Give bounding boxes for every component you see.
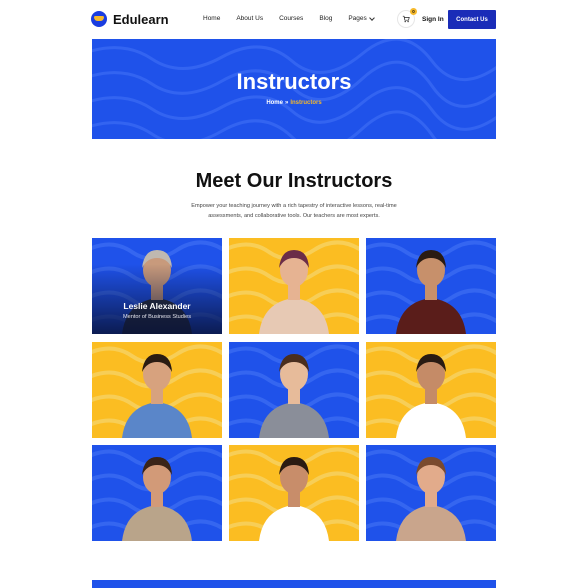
instructor-photo xyxy=(122,457,192,541)
cart-count-badge: 0 xyxy=(410,8,417,15)
instructor-card[interactable] xyxy=(229,238,359,334)
logo-text: Edulearn xyxy=(113,11,169,27)
instructor-card[interactable] xyxy=(92,445,222,541)
nav-label: Home xyxy=(203,15,221,22)
instructor-photo xyxy=(396,457,466,541)
page-hero: Instructors Home» Instructors xyxy=(92,39,496,139)
instructor-card[interactable] xyxy=(229,445,359,541)
nav-label: Blog xyxy=(319,15,333,22)
instructor-card[interactable] xyxy=(92,342,222,438)
logo[interactable]: Edulearn xyxy=(91,11,169,27)
page-title: Instructors xyxy=(236,69,352,94)
section-title: Meet Our Instructors xyxy=(195,170,393,192)
cart-button[interactable]: 0 xyxy=(398,8,417,27)
contact-us-button[interactable]: Contact Us xyxy=(448,10,496,29)
instructor-card[interactable] xyxy=(366,445,496,541)
footer-strip xyxy=(92,580,496,588)
site-header: Edulearn Home About Us Courses Blog Page… xyxy=(0,0,588,40)
instructor-photo xyxy=(122,354,192,438)
nav-item-courses[interactable]: Courses xyxy=(279,15,303,22)
instructor-photo xyxy=(396,354,466,438)
nav-item-pages[interactable]: Pages xyxy=(348,14,375,22)
nav-label: Pages xyxy=(348,15,367,22)
instructor-photo xyxy=(259,457,329,541)
instructor-card[interactable] xyxy=(366,238,496,334)
sign-in-link[interactable]: Sign In xyxy=(422,16,444,23)
cart-icon xyxy=(402,15,410,23)
nav-label: About Us xyxy=(236,15,264,22)
section-description: Empower your teaching journey with a ric… xyxy=(191,203,397,219)
instructor-card[interactable] xyxy=(229,342,359,438)
breadcrumb-home[interactable]: Home xyxy=(266,100,283,106)
chevron-down-icon xyxy=(368,14,375,21)
nav-item-blog[interactable]: Blog xyxy=(319,15,332,22)
nav-item-about[interactable]: About Us xyxy=(236,15,263,22)
instructor-card[interactable]: Leslie Alexander Mentor of Business Studi… xyxy=(92,238,222,334)
nav-label: Courses xyxy=(279,15,304,22)
main-nav: Home About Us Courses Blog Pages xyxy=(203,14,375,22)
graduation-cap-icon xyxy=(91,11,107,27)
instructor-photo xyxy=(396,250,466,334)
instructor-card[interactable] xyxy=(366,342,496,438)
nav-item-home[interactable]: Home xyxy=(203,15,220,22)
breadcrumb: Home» Instructors xyxy=(92,100,496,106)
card-overlay xyxy=(92,264,222,334)
instructor-role: Mentor of Business Studies xyxy=(122,314,192,320)
breadcrumb-current: Instructors xyxy=(290,100,322,106)
instructor-photo xyxy=(259,354,329,438)
breadcrumb-separator: » xyxy=(284,100,289,106)
instructor-name: Leslie Alexander xyxy=(123,301,191,311)
instructor-photo xyxy=(259,250,329,334)
